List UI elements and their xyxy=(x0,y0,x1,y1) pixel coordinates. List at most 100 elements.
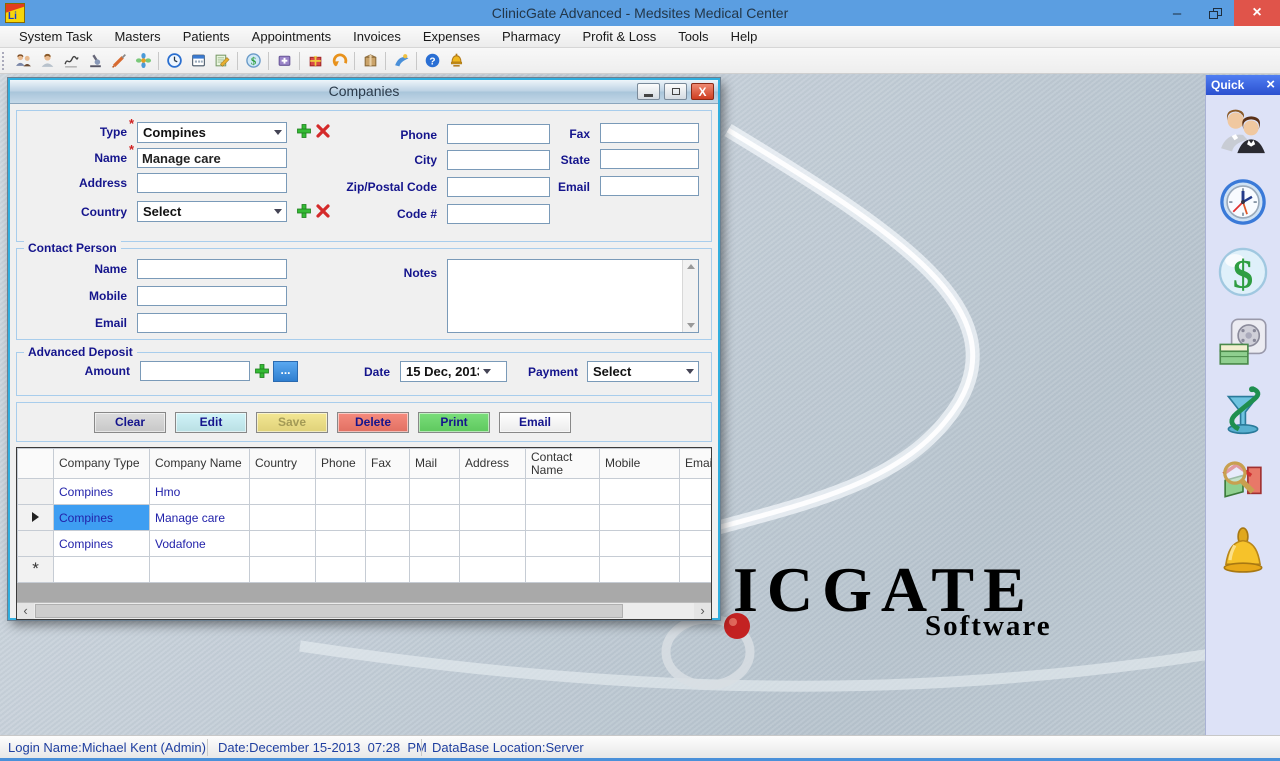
address-field[interactable] xyxy=(137,173,287,193)
grid-cell[interactable]: Compines xyxy=(54,479,150,505)
grid-cell[interactable] xyxy=(250,557,316,583)
grid-cell[interactable]: Compines xyxy=(54,505,150,531)
quick-reports-icon[interactable] xyxy=(1216,455,1270,509)
browse-button[interactable]: ... xyxy=(273,361,298,382)
medical-kit-icon[interactable] xyxy=(131,50,155,72)
grid-cell[interactable] xyxy=(526,531,600,557)
grid-cell[interactable]: Vodafone xyxy=(150,531,250,557)
grid-cell[interactable] xyxy=(600,557,680,583)
grid-cell[interactable] xyxy=(460,479,526,505)
grid-cell[interactable] xyxy=(316,479,366,505)
undo-arrow-icon[interactable] xyxy=(327,50,351,72)
grid-cell[interactable] xyxy=(410,505,460,531)
close-button[interactable]: × xyxy=(1234,0,1280,26)
menu-item-patients[interactable]: Patients xyxy=(172,26,241,47)
notes-field[interactable] xyxy=(447,259,699,333)
contact-mobile-field[interactable] xyxy=(137,286,287,306)
print-button[interactable]: Print xyxy=(418,412,490,433)
table-row[interactable]: CompinesHmo xyxy=(18,479,712,505)
menu-item-masters[interactable]: Masters xyxy=(103,26,171,47)
dialog-minimize-button[interactable] xyxy=(637,83,660,100)
grid-cell[interactable] xyxy=(460,557,526,583)
patients-group-icon[interactable] xyxy=(11,50,35,72)
grid-cell[interactable] xyxy=(600,505,680,531)
grid-horizontal-scrollbar[interactable]: ‹ › xyxy=(17,602,711,619)
microscope-icon[interactable] xyxy=(83,50,107,72)
delete-button[interactable]: Delete xyxy=(337,412,409,433)
grid-cell[interactable] xyxy=(410,557,460,583)
state-field[interactable] xyxy=(600,149,699,169)
grid-column-header[interactable] xyxy=(18,449,54,479)
notes-scrollbar[interactable] xyxy=(682,260,698,332)
row-selector[interactable] xyxy=(18,531,54,557)
scroll-right-icon[interactable]: › xyxy=(694,603,711,619)
menu-item-system-task[interactable]: System Task xyxy=(8,26,103,47)
table-row[interactable]: CompinesManage care xyxy=(18,505,712,531)
dialog-close-button[interactable]: X xyxy=(691,83,714,100)
grid-cell[interactable] xyxy=(316,557,366,583)
date-select[interactable]: 15 Dec, 2013 xyxy=(400,361,507,382)
grid-column-header-company-name[interactable]: Company Name xyxy=(150,449,250,479)
grid-cell[interactable] xyxy=(250,479,316,505)
grid-cell[interactable] xyxy=(460,505,526,531)
grid-column-header-address[interactable]: Address xyxy=(460,449,526,479)
menu-item-tools[interactable]: Tools xyxy=(667,26,719,47)
grid-cell[interactable] xyxy=(680,531,712,557)
menu-item-expenses[interactable]: Expenses xyxy=(412,26,491,47)
dollar-coin-icon[interactable]: $ xyxy=(241,50,265,72)
quick-panel-close-icon[interactable]: × xyxy=(1266,78,1275,92)
restore-button[interactable] xyxy=(1196,0,1234,26)
gift-box-icon[interactable] xyxy=(303,50,327,72)
grid-cell[interactable] xyxy=(366,505,410,531)
grid-cell[interactable] xyxy=(600,479,680,505)
grid-cell[interactable] xyxy=(526,505,600,531)
grid-cell[interactable] xyxy=(600,531,680,557)
grid-cell[interactable] xyxy=(316,531,366,557)
grid-column-header-mail[interactable]: Mail xyxy=(410,449,460,479)
grid-cell[interactable] xyxy=(526,557,600,583)
grid-cell[interactable]: Hmo xyxy=(150,479,250,505)
row-selector[interactable] xyxy=(18,479,54,505)
clock-icon[interactable] xyxy=(162,50,186,72)
quick-appointments-icon[interactable] xyxy=(1216,175,1270,229)
grid-cell[interactable] xyxy=(410,479,460,505)
new-row-selector[interactable]: * xyxy=(18,557,54,583)
grid-cell[interactable] xyxy=(680,557,712,583)
code-field[interactable] xyxy=(447,204,550,224)
amount-field[interactable] xyxy=(140,361,250,381)
grid-cell[interactable] xyxy=(460,531,526,557)
add-amount-icon[interactable] xyxy=(254,363,270,379)
grid-column-header-phone[interactable]: Phone xyxy=(316,449,366,479)
quick-billing-icon[interactable]: $ xyxy=(1216,245,1270,299)
quick-reminder-bell-icon[interactable] xyxy=(1216,525,1270,579)
menu-item-appointments[interactable]: Appointments xyxy=(241,26,343,47)
grid-cell[interactable]: Compines xyxy=(54,531,150,557)
quick-cash-safe-icon[interactable] xyxy=(1216,315,1270,369)
email-field[interactable] xyxy=(600,176,699,196)
clear-button[interactable]: Clear xyxy=(94,412,166,433)
grid-cell[interactable] xyxy=(366,557,410,583)
grid-cell[interactable] xyxy=(150,557,250,583)
grid-cell[interactable] xyxy=(680,505,712,531)
grid-column-header-country[interactable]: Country xyxy=(250,449,316,479)
grid-cell[interactable] xyxy=(366,479,410,505)
injection-icon[interactable] xyxy=(107,50,131,72)
type-select[interactable]: Compines xyxy=(137,122,287,143)
grid-cell[interactable]: Manage care xyxy=(150,505,250,531)
table-row[interactable]: CompinesVodafone xyxy=(18,531,712,557)
dialog-titlebar[interactable]: Companies X xyxy=(10,80,718,104)
grid-cell[interactable] xyxy=(410,531,460,557)
quick-patients-icon[interactable] xyxy=(1216,105,1270,159)
grid-column-header-mobile[interactable]: Mobile xyxy=(600,449,680,479)
grid-column-header-company-type[interactable]: Company Type xyxy=(54,449,150,479)
contact-name-field[interactable] xyxy=(137,259,287,279)
help-icon[interactable]: ? xyxy=(420,50,444,72)
grid-column-header-contact-name[interactable]: Contact Name xyxy=(526,449,600,479)
menu-item-profit-loss[interactable]: Profit & Loss xyxy=(572,26,668,47)
minimize-button[interactable]: – xyxy=(1158,0,1196,26)
menu-item-help[interactable]: Help xyxy=(720,26,769,47)
contact-email-field[interactable] xyxy=(137,313,287,333)
new-row[interactable]: * xyxy=(18,557,712,583)
quick-pharmacy-icon[interactable] xyxy=(1216,385,1270,439)
scroll-left-icon[interactable]: ‹ xyxy=(17,603,34,619)
